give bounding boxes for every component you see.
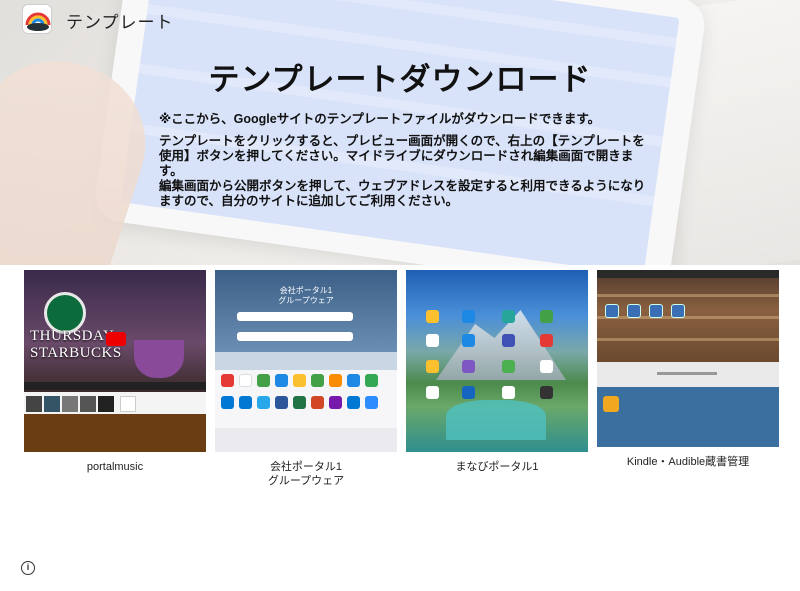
site-title[interactable]: テンプレート — [66, 8, 174, 33]
page-title: テンプレートダウンロード — [208, 62, 592, 97]
template-caption[interactable]: 会社ポータル1 グループウェア — [215, 460, 397, 488]
library-image — [597, 276, 779, 362]
template-thumbnail[interactable] — [597, 270, 779, 447]
template-caption[interactable]: portalmusic — [24, 460, 206, 474]
rainbow-cloud-icon[interactable] — [22, 4, 52, 34]
hero-paragraph-2: テンプレートをクリックすると、プレビュー画面が開くので、右上の【テンプレートを使… — [159, 134, 645, 178]
template-thumbnail[interactable]: THURSDAY STARBUCKS — [24, 270, 206, 452]
download-icon — [603, 396, 619, 412]
thumb-search-field — [237, 332, 353, 341]
template-caption[interactable]: まなびポータル1 — [406, 460, 588, 474]
thumb-search-field — [237, 312, 353, 321]
hero-description: ※ここから、Googleサイトのテンプレートファイルがダウンロードできます。 テ… — [159, 112, 649, 209]
template-card-manabi-portal[interactable]: まなびポータル1 — [406, 270, 588, 474]
hero-paragraph-1: ※ここから、Googleサイトのテンプレートファイルがダウンロードできます。 — [159, 112, 601, 126]
template-card-kindle-audible[interactable]: Kindle・Audible蔵書管理 — [597, 270, 779, 469]
site-header: テンプレート — [0, 0, 800, 40]
template-card-company-portal[interactable]: 会社ポータル1 グループウェア 会社ポータル1 グループウェア — [215, 270, 397, 488]
template-thumbnail[interactable] — [406, 270, 588, 452]
template-caption[interactable]: Kindle・Audible蔵書管理 — [597, 455, 779, 469]
info-icon[interactable]: i — [21, 561, 35, 575]
hero-paragraph-3: 編集画面から公開ボタンを押して、ウェブアドレスを設定すると利用できるようになりま… — [159, 179, 646, 208]
play-icon — [106, 332, 126, 346]
template-card-portalmusic[interactable]: THURSDAY STARBUCKS portalmusic — [24, 270, 206, 474]
template-thumbnail[interactable]: 会社ポータル1 グループウェア — [215, 270, 397, 452]
